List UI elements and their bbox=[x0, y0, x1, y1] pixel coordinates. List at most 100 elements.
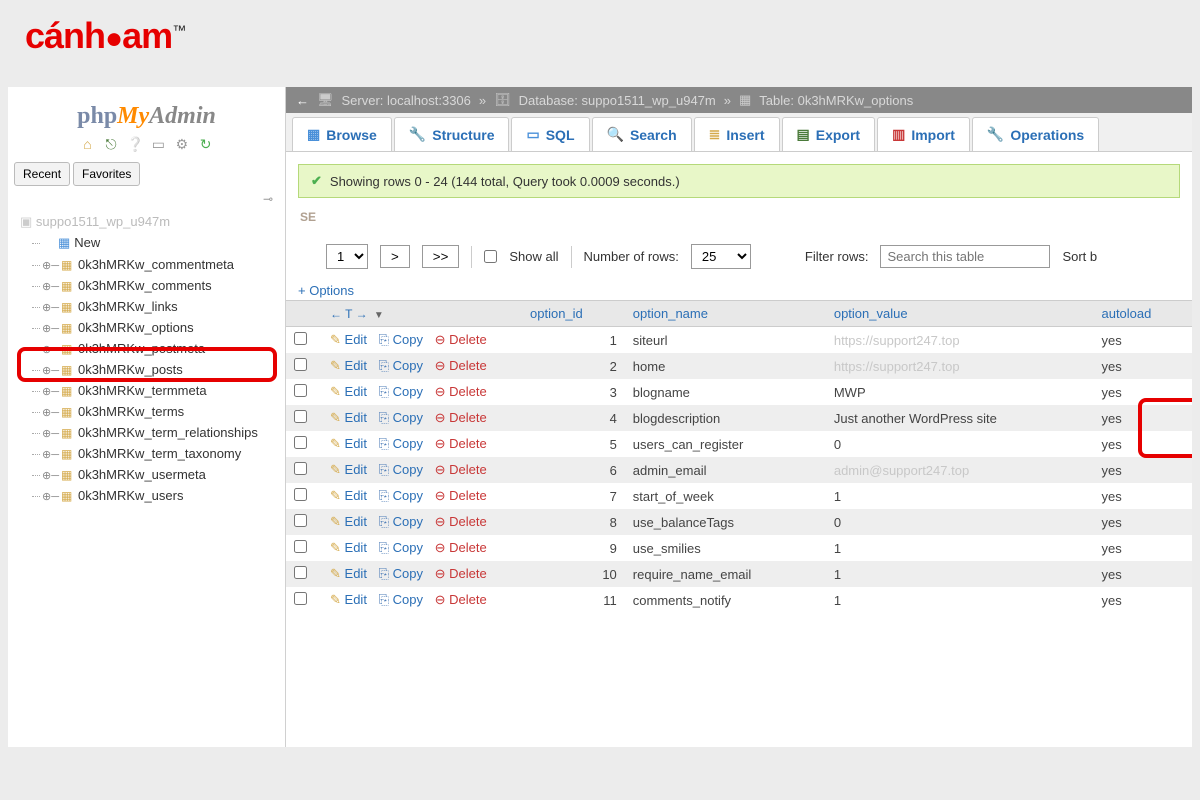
edit-link[interactable]: Edit bbox=[345, 332, 367, 347]
delete-link[interactable]: Delete bbox=[449, 488, 487, 503]
table-node[interactable]: ⊕─▦ 0k3hMRKw_usermeta bbox=[14, 464, 279, 485]
row-checkbox[interactable] bbox=[294, 592, 307, 605]
show-all-checkbox[interactable] bbox=[484, 250, 497, 263]
filter-input[interactable] bbox=[880, 245, 1050, 268]
help-icon[interactable]: ❔ bbox=[127, 136, 143, 152]
server-link[interactable]: localhost:3306 bbox=[387, 93, 471, 108]
copy-link[interactable]: Copy bbox=[393, 592, 423, 607]
tab-export[interactable]: ▤Export bbox=[782, 117, 876, 151]
tab-import[interactable]: ▥Import bbox=[877, 117, 970, 151]
cell-option-value: 0 bbox=[826, 509, 1094, 535]
col-option-value[interactable]: option_value bbox=[826, 301, 1094, 327]
back-icon[interactable]: ← bbox=[296, 93, 309, 108]
delete-link[interactable]: Delete bbox=[449, 384, 487, 399]
row-checkbox[interactable] bbox=[294, 436, 307, 449]
edit-link[interactable]: Edit bbox=[345, 462, 367, 477]
row-checkbox[interactable] bbox=[294, 384, 307, 397]
tab-operations[interactable]: 🔧Operations bbox=[972, 117, 1099, 151]
row-checkbox[interactable] bbox=[294, 410, 307, 423]
copy-link[interactable]: Copy bbox=[393, 488, 423, 503]
tab-browse[interactable]: ▦Browse bbox=[292, 117, 392, 151]
table-node[interactable]: ⊕─▦ 0k3hMRKw_posts bbox=[14, 359, 279, 380]
tab-insert[interactable]: ≣Insert bbox=[694, 117, 780, 151]
delete-icon: ⊖ bbox=[435, 488, 446, 503]
edit-link[interactable]: Edit bbox=[345, 540, 367, 555]
edit-link[interactable]: Edit bbox=[345, 566, 367, 581]
num-rows-select[interactable]: 25 bbox=[691, 244, 751, 269]
sort-label: Sort b bbox=[1062, 249, 1097, 264]
delete-link[interactable]: Delete bbox=[449, 462, 487, 477]
delete-link[interactable]: Delete bbox=[449, 436, 487, 451]
table-node[interactable]: ⊕─▦ 0k3hMRKw_terms bbox=[14, 401, 279, 422]
copy-link[interactable]: Copy bbox=[393, 358, 423, 373]
edit-link[interactable]: Edit bbox=[345, 592, 367, 607]
delete-link[interactable]: Delete bbox=[449, 358, 487, 373]
options-toggle[interactable]: + Options bbox=[286, 279, 1192, 300]
db-node[interactable]: suppo1511_wp_u947m bbox=[14, 212, 279, 232]
cell-option-value: 1 bbox=[826, 561, 1094, 587]
copy-link[interactable]: Copy bbox=[393, 566, 423, 581]
copy-link[interactable]: Copy bbox=[393, 384, 423, 399]
copy-link[interactable]: Copy bbox=[393, 462, 423, 477]
table-node[interactable]: ⊕─▦ 0k3hMRKw_term_taxonomy bbox=[14, 443, 279, 464]
row-checkbox[interactable] bbox=[294, 488, 307, 501]
copy-link[interactable]: Copy bbox=[393, 436, 423, 451]
edit-link[interactable]: Edit bbox=[345, 488, 367, 503]
delete-link[interactable]: Delete bbox=[449, 410, 487, 425]
last-page[interactable]: >> bbox=[422, 245, 460, 268]
col-autoload[interactable]: autoload bbox=[1093, 301, 1192, 327]
row-checkbox[interactable] bbox=[294, 358, 307, 371]
db-link[interactable]: suppo1511_wp_u947m bbox=[582, 93, 716, 108]
delete-link[interactable]: Delete bbox=[449, 566, 487, 581]
delete-link[interactable]: Delete bbox=[449, 332, 487, 347]
table-node[interactable]: ⊕─▦ 0k3hMRKw_termmeta bbox=[14, 380, 279, 401]
edit-icon: ✎ bbox=[330, 410, 341, 425]
reload-icon[interactable]: ↻ bbox=[198, 136, 214, 152]
row-checkbox[interactable] bbox=[294, 540, 307, 553]
edit-link[interactable]: Edit bbox=[345, 384, 367, 399]
tab-sql[interactable]: ▭SQL bbox=[511, 117, 589, 151]
row-checkbox[interactable] bbox=[294, 566, 307, 579]
favorites-tab[interactable]: Favorites bbox=[73, 162, 140, 186]
cell-autoload: yes bbox=[1093, 379, 1192, 405]
table-link[interactable]: 0k3hMRKw_options bbox=[798, 93, 914, 108]
col-option-id[interactable]: option_id bbox=[522, 301, 625, 327]
row-checkbox[interactable] bbox=[294, 332, 307, 345]
cell-option-value: Just another WordPress site bbox=[826, 405, 1094, 431]
delete-link[interactable]: Delete bbox=[449, 514, 487, 529]
table-node[interactable]: ⊕─▦ 0k3hMRKw_postmeta bbox=[14, 338, 279, 359]
edit-link[interactable]: Edit bbox=[345, 436, 367, 451]
table-node[interactable]: ⊕─▦ 0k3hMRKw_term_relationships bbox=[14, 422, 279, 443]
copy-link[interactable]: Copy bbox=[393, 332, 423, 347]
new-table[interactable]: ▦New bbox=[14, 232, 279, 254]
table-node[interactable]: ⊕─▦ 0k3hMRKw_comments bbox=[14, 275, 279, 296]
table-node[interactable]: ⊕─▦ 0k3hMRKw_options bbox=[14, 317, 279, 338]
tab-search[interactable]: 🔍Search bbox=[592, 117, 692, 151]
cell-autoload: yes bbox=[1093, 457, 1192, 483]
table-node[interactable]: ⊕─▦ 0k3hMRKw_links bbox=[14, 296, 279, 317]
next-page[interactable]: > bbox=[380, 245, 410, 268]
edit-link[interactable]: Edit bbox=[345, 358, 367, 373]
table-node[interactable]: ⊕─▦ 0k3hMRKw_users bbox=[14, 485, 279, 506]
row-checkbox[interactable] bbox=[294, 514, 307, 527]
home-icon[interactable]: ⌂ bbox=[79, 136, 95, 152]
copy-link[interactable]: Copy bbox=[393, 540, 423, 555]
page-select[interactable]: 1 bbox=[326, 244, 368, 269]
copy-link[interactable]: Copy bbox=[393, 410, 423, 425]
table-controls: 1 > >> Show all Number of rows: 25 Filte… bbox=[286, 228, 1192, 279]
tab-structure[interactable]: 🔧Structure bbox=[394, 117, 510, 151]
edit-link[interactable]: Edit bbox=[345, 410, 367, 425]
row-checkbox[interactable] bbox=[294, 462, 307, 475]
copy-icon: ⎘ bbox=[379, 488, 389, 503]
delete-link[interactable]: Delete bbox=[449, 540, 487, 555]
copy-link[interactable]: Copy bbox=[393, 514, 423, 529]
collapse-icon[interactable]: ⊸ bbox=[14, 192, 279, 206]
delete-link[interactable]: Delete bbox=[449, 592, 487, 607]
recent-tab[interactable]: Recent bbox=[14, 162, 70, 186]
col-option-name[interactable]: option_name bbox=[625, 301, 826, 327]
logout-icon[interactable]: ⎋ bbox=[103, 136, 119, 152]
edit-link[interactable]: Edit bbox=[345, 514, 367, 529]
settings-icon[interactable]: ⚙ bbox=[174, 136, 190, 152]
table-node[interactable]: ⊕─▦ 0k3hMRKw_commentmeta bbox=[14, 254, 279, 275]
docs-icon[interactable]: ▭ bbox=[150, 136, 166, 152]
